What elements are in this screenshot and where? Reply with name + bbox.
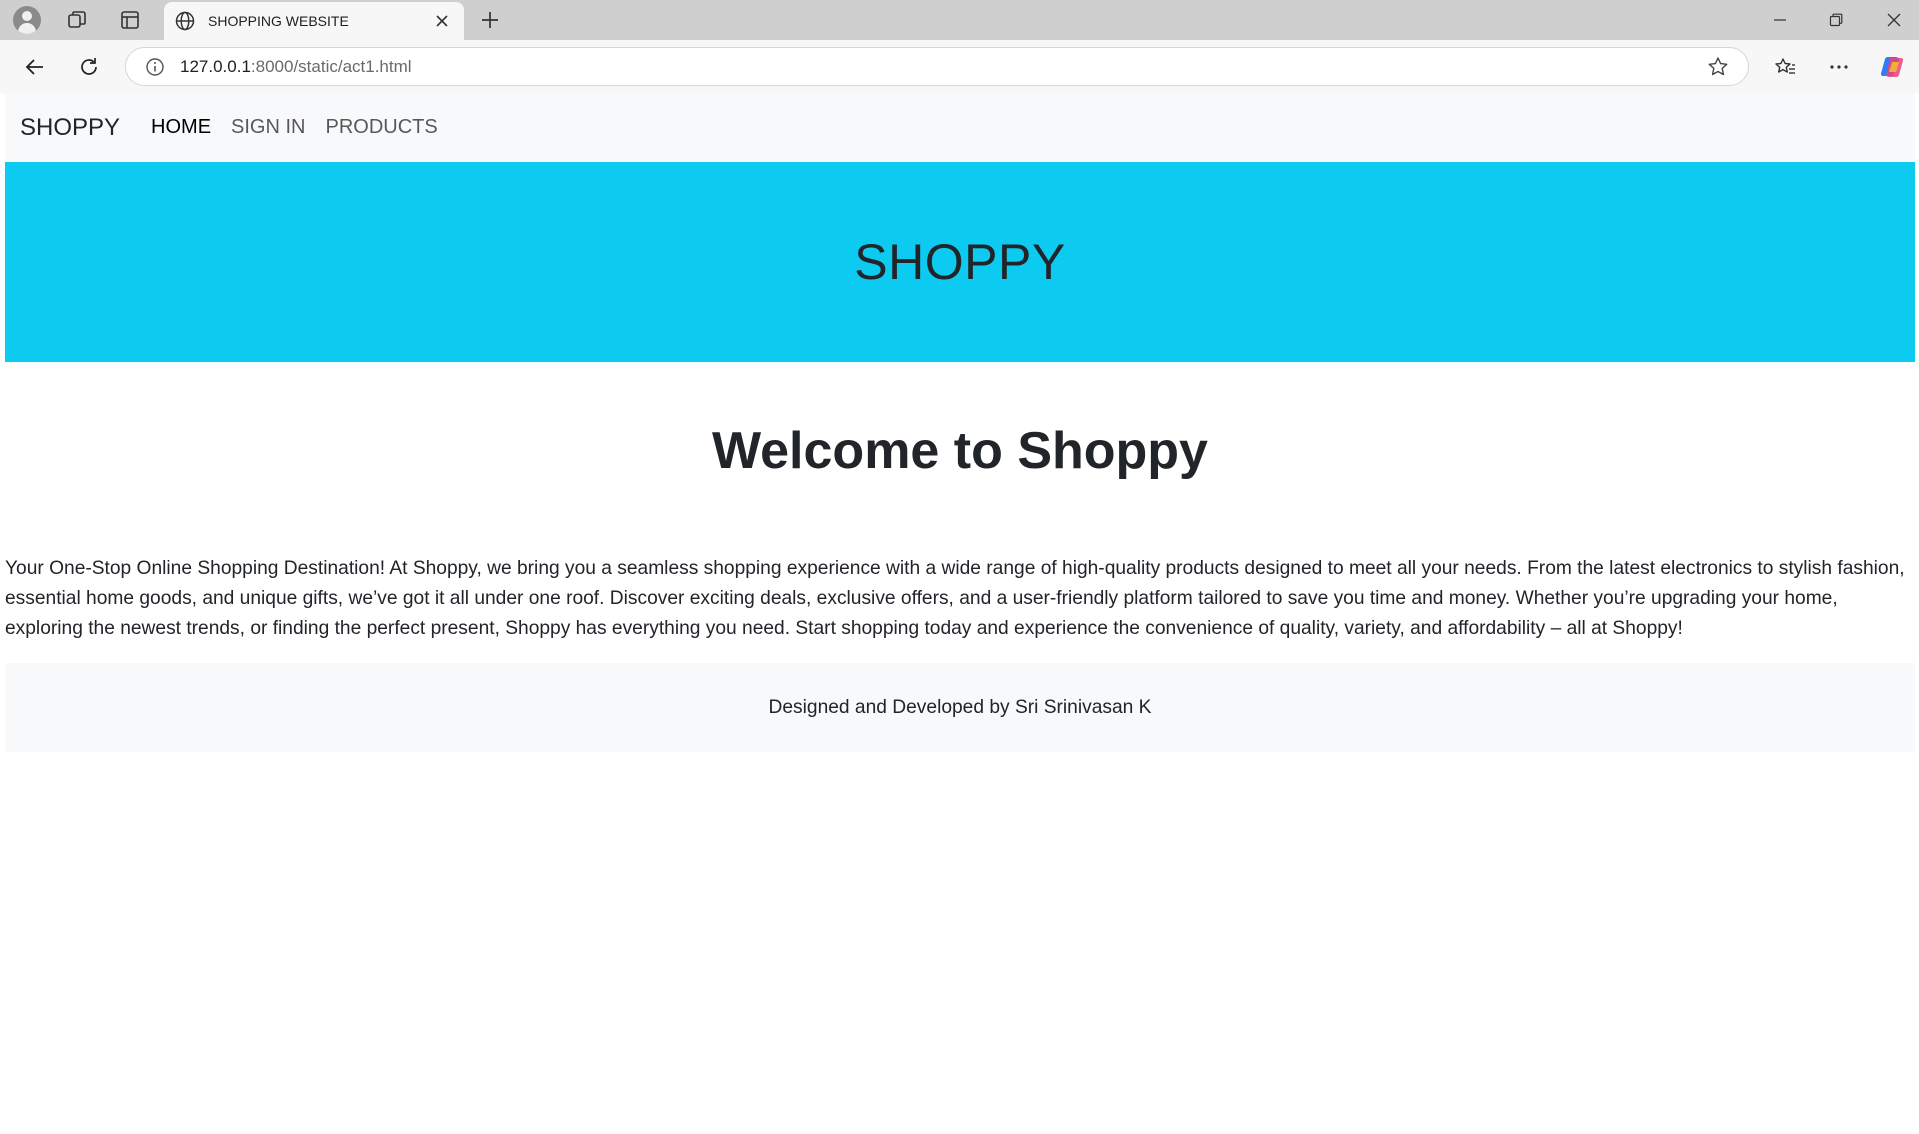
new-tab-button[interactable] <box>473 4 507 36</box>
hero-banner: SHOPPY <box>5 162 1915 362</box>
minimize-button[interactable] <box>1760 4 1800 36</box>
footer-credit: Designed and Developed by Sri Srinivasan… <box>768 696 1152 718</box>
nav-link-products[interactable]: PRODUCTS <box>325 116 437 139</box>
reload-button[interactable] <box>72 50 106 84</box>
more-horizontal-icon <box>1830 65 1848 69</box>
reload-icon <box>81 58 97 75</box>
restore-button[interactable] <box>1816 4 1856 36</box>
close-icon <box>436 15 448 27</box>
workspaces-button[interactable] <box>60 4 94 36</box>
copilot-button[interactable] <box>1876 50 1910 84</box>
favorites-button[interactable] <box>1768 50 1802 84</box>
tab-actions-button[interactable] <box>113 4 147 36</box>
site-navbar: SHOPPY HOME SIGN IN PRODUCTS <box>5 93 1915 162</box>
window-close-button[interactable] <box>1874 4 1914 36</box>
browser-titlebar: SHOPPING WEBSITE <box>0 0 1919 40</box>
page-footer: Designed and Developed by Sri Srinivasan… <box>5 663 1915 752</box>
url-host: 127.0.0.1 <box>180 56 251 76</box>
url-path: :8000/static/act1.html <box>250 56 412 76</box>
restore-icon <box>1829 13 1843 27</box>
page-viewport: SHOPPY HOME SIGN IN PRODUCTS SHOPPY Welc… <box>5 93 1915 1134</box>
globe-icon <box>175 11 195 31</box>
nav-link-sign-in[interactable]: SIGN IN <box>231 116 305 139</box>
welcome-heading: Welcome to Shoppy <box>712 422 1208 480</box>
favorite-star-icon[interactable] <box>1706 55 1730 79</box>
browser-toolbar: 127.0.0.1:8000/static/act1.html <box>0 40 1919 93</box>
workspaces-icon <box>68 11 86 28</box>
favorites-icon <box>1775 58 1795 74</box>
intro-paragraph: Your One-Stop Online Shopping Destinatio… <box>5 558 1905 639</box>
copilot-icon <box>1880 57 1904 77</box>
arrow-left-icon <box>25 59 43 75</box>
address-bar[interactable]: 127.0.0.1:8000/static/act1.html <box>125 47 1749 86</box>
profile-button[interactable] <box>10 4 44 36</box>
plus-icon <box>482 12 498 28</box>
back-button[interactable] <box>18 50 52 84</box>
site-info-button[interactable] <box>144 56 166 78</box>
tab-close-button[interactable] <box>428 7 456 35</box>
close-icon <box>1887 13 1901 27</box>
tab-title: SHOPPING WEBSITE <box>208 13 349 29</box>
profile-icon <box>13 6 41 34</box>
vertical-tabs-icon <box>121 11 139 29</box>
settings-more-button[interactable] <box>1822 50 1856 84</box>
minimize-icon <box>1774 19 1786 21</box>
nav-link-home[interactable]: HOME <box>151 116 211 139</box>
hero-title: SHOPPY <box>854 234 1066 290</box>
info-icon <box>146 57 164 76</box>
browser-tab-active[interactable]: SHOPPING WEBSITE <box>164 2 464 40</box>
navbar-brand[interactable]: SHOPPY <box>20 114 120 142</box>
url-text[interactable]: 127.0.0.1:8000/static/act1.html <box>180 57 412 77</box>
